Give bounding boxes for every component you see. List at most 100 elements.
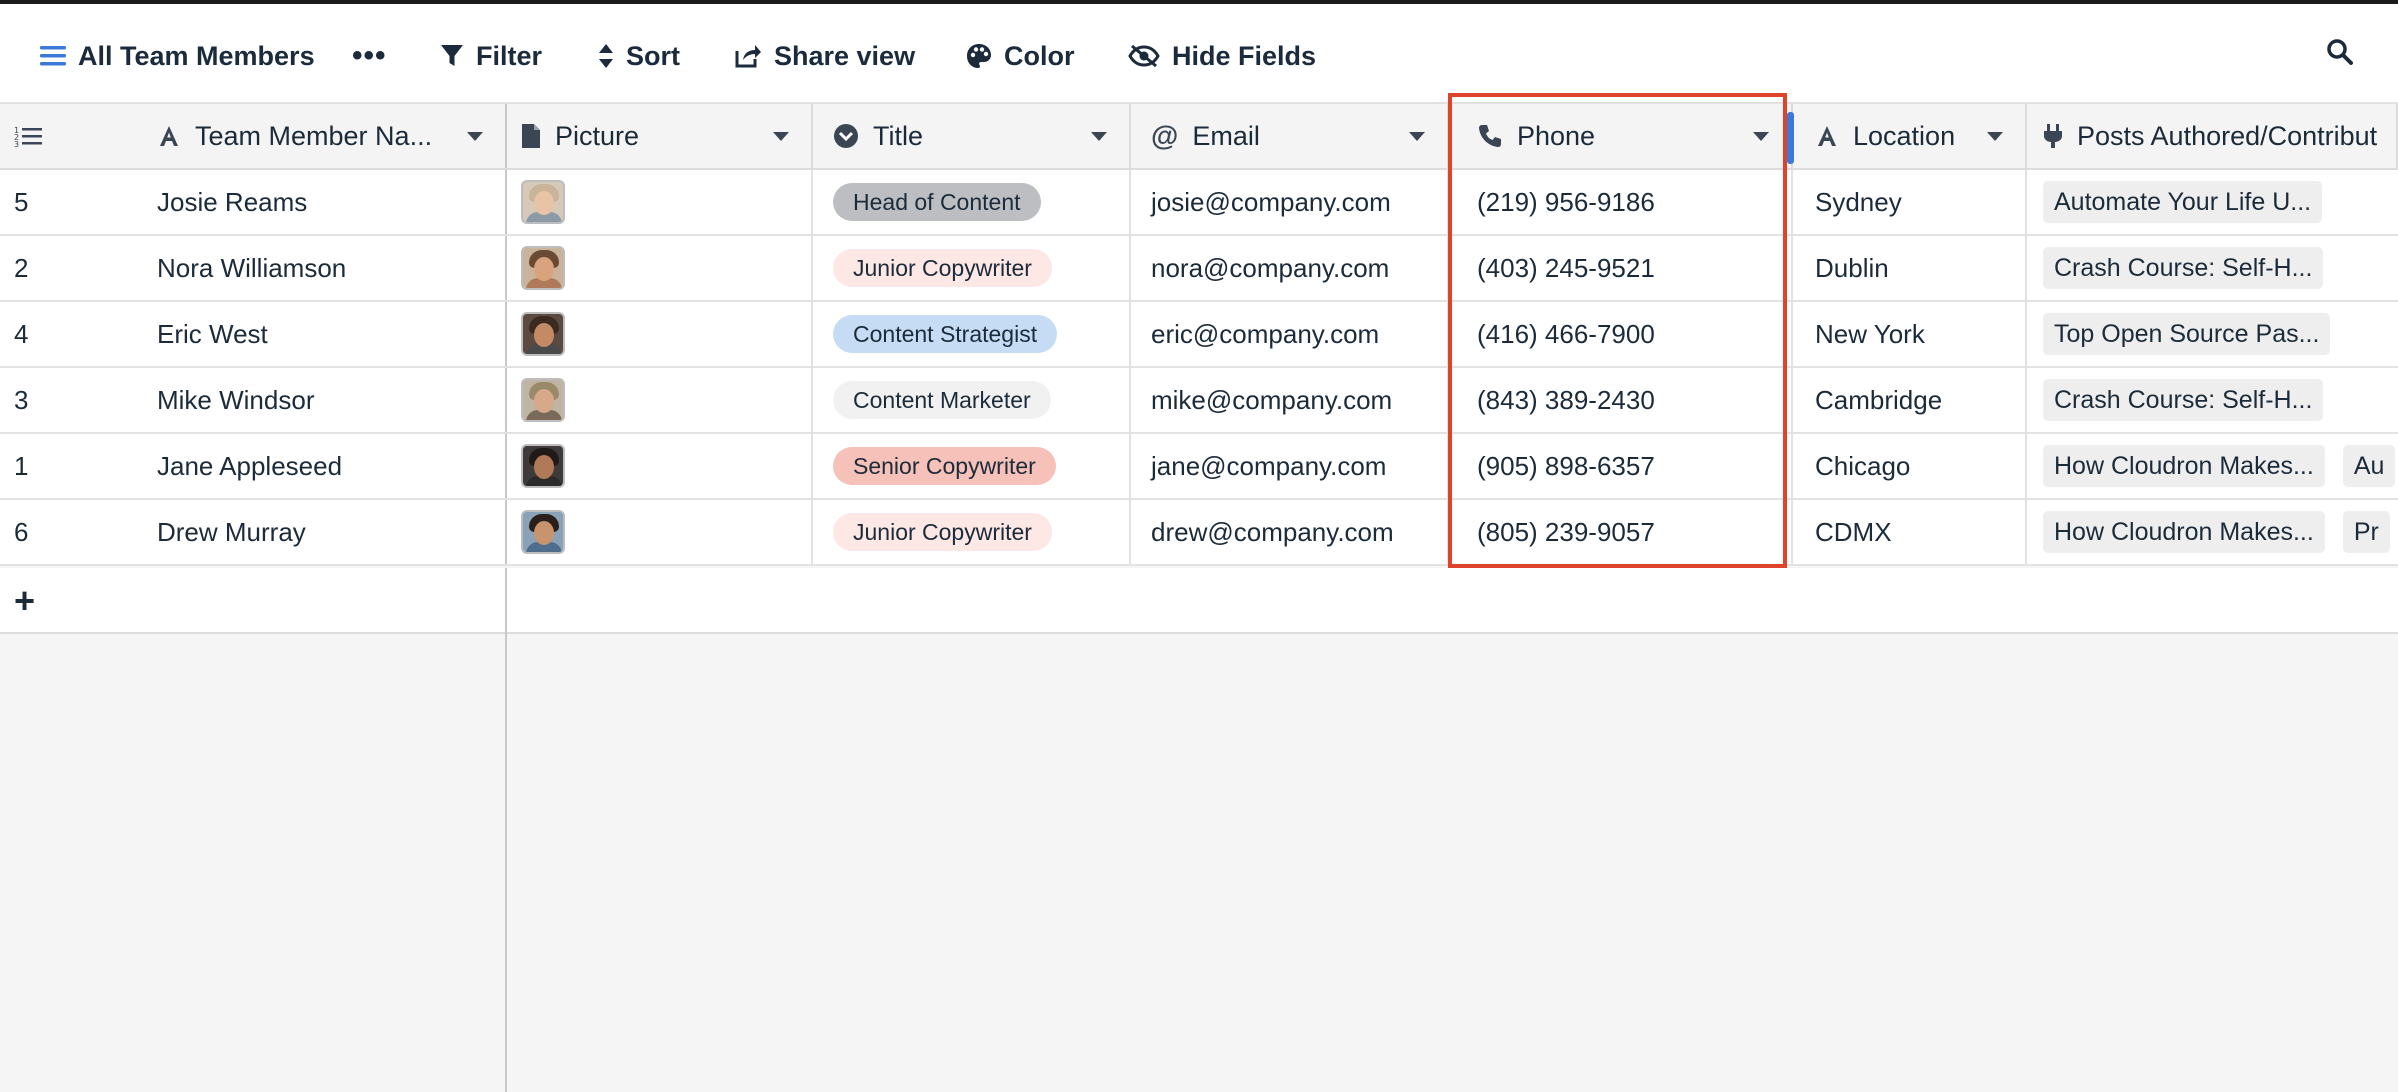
phone-cell[interactable]: (843) 389-2430 xyxy=(1449,368,1793,432)
posts-cell[interactable]: How Cloudron Makes... Au xyxy=(2027,434,2398,498)
title-cell[interactable]: Head of Content xyxy=(813,170,1131,234)
phone-cell[interactable]: (805) 239-9057 xyxy=(1449,500,1793,564)
plug-icon xyxy=(2044,124,2062,148)
avatar[interactable] xyxy=(521,312,565,356)
column-header-team-member-name[interactable]: Team Member Na... xyxy=(129,104,507,168)
column-header-phone[interactable]: Phone xyxy=(1449,104,1793,168)
column-header-picture[interactable]: Picture xyxy=(507,104,813,168)
phone-cell[interactable]: (416) 466-7900 xyxy=(1449,302,1793,366)
email-cell[interactable]: josie@company.com xyxy=(1131,170,1449,234)
linked-post-chip[interactable]: Crash Course: Self-H... xyxy=(2043,247,2324,289)
table-row[interactable]: 2 Nora Williamson Junior Copywriter nora… xyxy=(0,236,2398,302)
phone-cell[interactable]: (905) 898-6357 xyxy=(1449,434,1793,498)
email-cell[interactable]: eric@company.com xyxy=(1131,302,1449,366)
linked-post-chip[interactable]: Automate Your Life U... xyxy=(2043,181,2323,223)
location-cell[interactable]: Sydney xyxy=(1793,170,2027,234)
chevron-down-icon[interactable] xyxy=(1987,131,2003,141)
hide-fields-label: Hide Fields xyxy=(1172,40,1317,71)
location-cell[interactable]: New York xyxy=(1793,302,2027,366)
linked-post-chip[interactable]: Top Open Source Pas... xyxy=(2043,313,2331,355)
title-cell[interactable]: Senior Copywriter xyxy=(813,434,1131,498)
posts-cell[interactable]: Top Open Source Pas... xyxy=(2027,302,2398,366)
table-row[interactable]: 4 Eric West Content Strategist eric@comp… xyxy=(0,302,2398,368)
column-label: Team Member Na... xyxy=(195,120,433,151)
share-view-button[interactable]: Share view xyxy=(734,34,915,78)
picture-cell[interactable] xyxy=(507,170,813,234)
view-switcher[interactable]: All Team Members xyxy=(40,34,315,78)
name-cell[interactable]: Jane Appleseed xyxy=(129,434,507,498)
title-cell[interactable]: Content Strategist xyxy=(813,302,1131,366)
add-record-button[interactable]: + xyxy=(14,583,35,619)
email-cell[interactable]: mike@company.com xyxy=(1131,368,1449,432)
color-button[interactable]: Color xyxy=(966,34,1075,78)
linked-post-chip[interactable]: Crash Course: Self-H... xyxy=(2043,379,2324,421)
chevron-down-icon[interactable] xyxy=(1409,131,1425,141)
email-cell[interactable]: nora@company.com xyxy=(1131,236,1449,300)
hide-fields-button[interactable]: Hide Fields xyxy=(1128,34,1316,78)
column-header-title[interactable]: Title xyxy=(813,104,1131,168)
column-header-email[interactable]: @ Email xyxy=(1131,104,1449,168)
name-cell[interactable]: Mike Windsor xyxy=(129,368,507,432)
row-number-cell[interactable]: 2 xyxy=(0,236,129,300)
picture-cell[interactable] xyxy=(507,368,813,432)
title-cell[interactable]: Junior Copywriter xyxy=(813,236,1131,300)
avatar[interactable] xyxy=(521,444,565,488)
avatar[interactable] xyxy=(521,180,565,224)
chevron-down-icon[interactable] xyxy=(1753,131,1769,141)
name-cell[interactable]: Drew Murray xyxy=(129,500,507,564)
phone-cell[interactable]: (403) 245-9521 xyxy=(1449,236,1793,300)
avatar[interactable] xyxy=(521,510,565,554)
title-cell[interactable]: Junior Copywriter xyxy=(813,500,1131,564)
linked-post-chip[interactable]: Au xyxy=(2342,445,2396,487)
title-badge: Senior Copywriter xyxy=(833,447,1056,485)
location-cell[interactable]: CDMX xyxy=(1793,500,2027,564)
row-number-header[interactable]: 123 xyxy=(0,104,129,168)
avatar[interactable] xyxy=(521,246,565,290)
posts-cell[interactable]: Crash Course: Self-H... xyxy=(2027,368,2398,432)
location-cell[interactable]: Chicago xyxy=(1793,434,2027,498)
column-header-posts[interactable]: Posts Authored/Contribut xyxy=(2027,104,2398,168)
email-cell[interactable]: drew@company.com xyxy=(1131,500,1449,564)
sort-button[interactable]: Sort xyxy=(598,34,680,78)
picture-cell[interactable] xyxy=(507,302,813,366)
row-number-cell[interactable]: 5 xyxy=(0,170,129,234)
chevron-down-icon[interactable] xyxy=(467,131,483,141)
row-number-cell[interactable]: 1 xyxy=(0,434,129,498)
table-row[interactable]: 1 Jane Appleseed Senior Copywriter jane@… xyxy=(0,434,2398,500)
title-cell[interactable]: Content Marketer xyxy=(813,368,1131,432)
phone-cell[interactable]: (219) 956-9186 xyxy=(1449,170,1793,234)
chevron-down-icon[interactable] xyxy=(1091,131,1107,141)
palette-icon xyxy=(967,44,991,68)
row-number-cell[interactable]: 4 xyxy=(0,302,129,366)
linked-post-chip[interactable]: Pr xyxy=(2342,511,2390,553)
email-cell[interactable]: jane@company.com xyxy=(1131,434,1449,498)
name-cell[interactable]: Josie Reams xyxy=(129,170,507,234)
name-cell[interactable]: Eric West xyxy=(129,302,507,366)
row-number-cell[interactable]: 3 xyxy=(0,368,129,432)
picture-cell[interactable] xyxy=(507,236,813,300)
column-resize-handle[interactable] xyxy=(1787,112,1794,164)
column-label: Email xyxy=(1192,120,1260,151)
search-button[interactable] xyxy=(2326,38,2354,71)
posts-cell[interactable]: Automate Your Life U... xyxy=(2027,170,2398,234)
chevron-down-icon[interactable] xyxy=(773,131,789,141)
table-row[interactable]: 6 Drew Murray Junior Copywriter drew@com… xyxy=(0,500,2398,566)
row-number-cell[interactable]: 6 xyxy=(0,500,129,564)
more-options-button[interactable]: ••• xyxy=(352,34,387,78)
linked-post-chip[interactable]: How Cloudron Makes... xyxy=(2043,511,2325,553)
location-cell[interactable]: Cambridge xyxy=(1793,368,2027,432)
table-row[interactable]: 3 Mike Windsor Content Marketer mike@com… xyxy=(0,368,2398,434)
picture-cell[interactable] xyxy=(507,434,813,498)
linked-post-chip[interactable]: How Cloudron Makes... xyxy=(2043,445,2325,487)
name-cell[interactable]: Nora Williamson xyxy=(129,236,507,300)
table-row[interactable]: 5 Josie Reams Head of Content josie@comp… xyxy=(0,170,2398,236)
picture-cell[interactable] xyxy=(507,500,813,564)
posts-cell[interactable]: Crash Course: Self-H... xyxy=(2027,236,2398,300)
add-record-row[interactable]: + xyxy=(0,568,2398,634)
avatar[interactable] xyxy=(521,378,565,422)
single-select-icon xyxy=(834,124,858,148)
location-cell[interactable]: Dublin xyxy=(1793,236,2027,300)
posts-cell[interactable]: How Cloudron Makes... Pr xyxy=(2027,500,2398,564)
column-header-location[interactable]: Location xyxy=(1793,104,2027,168)
filter-button[interactable]: Filter xyxy=(440,34,542,78)
